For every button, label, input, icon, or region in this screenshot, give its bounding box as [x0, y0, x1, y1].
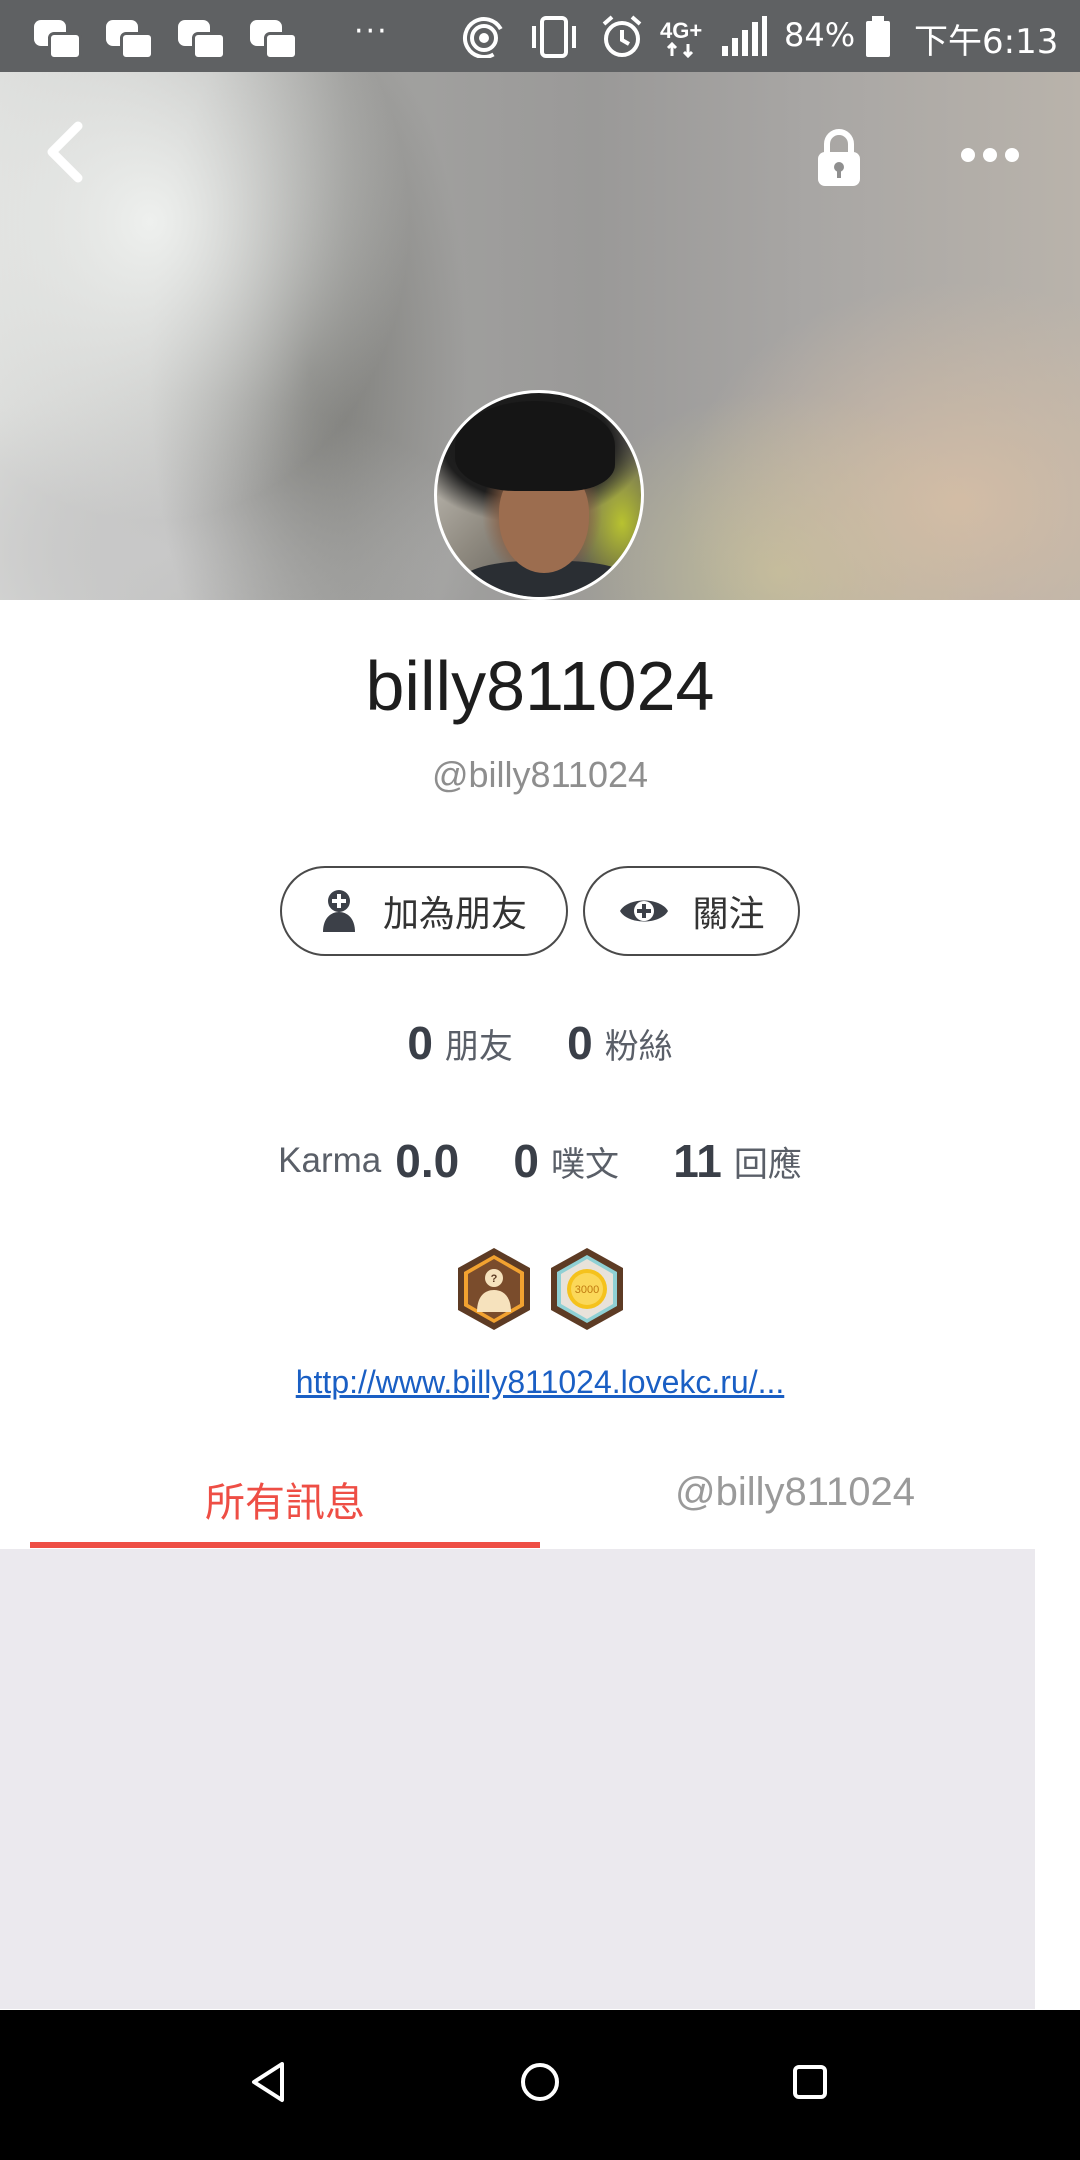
battery-icon: [866, 16, 890, 57]
more-options-icon[interactable]: [958, 140, 1022, 170]
avatar[interactable]: [434, 390, 644, 600]
fans-count: 0: [567, 1017, 593, 1069]
karma-3000-badge-icon[interactable]: 3000: [548, 1246, 626, 1332]
lock-icon[interactable]: [812, 126, 866, 190]
profile-website-link[interactable]: http://www.billy811024.lovekc.ru/...: [0, 1364, 1080, 1401]
friends-count: 0: [407, 1017, 433, 1069]
timeline-content[interactable]: [0, 1549, 1035, 2009]
replies-label: 回應: [733, 1144, 802, 1185]
system-nav-bar: [0, 2010, 1080, 2160]
alarm-icon: [602, 15, 642, 57]
karma-label: Karma: [278, 1141, 382, 1180]
chat-notification-icon: [250, 18, 298, 60]
svg-text:?: ?: [491, 1273, 498, 1285]
vibrate-icon: [532, 16, 576, 58]
tab-mentions[interactable]: @billy811024: [540, 1470, 1050, 1546]
nav-home-icon[interactable]: [518, 2060, 562, 2104]
svg-text:4G+: 4G+: [660, 18, 702, 43]
replies-count: 11: [673, 1135, 722, 1187]
svg-text:3000: 3000: [575, 1284, 599, 1296]
more-notifications-icon: ···: [354, 14, 389, 49]
friends-label[interactable]: 朋友: [445, 1027, 513, 1067]
status-bar: ··· 4G+ 84% 下午6:13: [0, 0, 1080, 72]
fans-label[interactable]: 粉絲: [605, 1027, 673, 1067]
display-name: billy811024: [365, 647, 715, 725]
eye-plus-icon: [620, 900, 669, 922]
chat-notification-icon: [178, 18, 226, 60]
chat-notification-icon: [34, 18, 82, 60]
posts-label: 噗文: [551, 1144, 619, 1185]
follow-label: 關注: [692, 894, 765, 935]
active-tab-indicator: [30, 1542, 540, 1548]
signal-icon: [722, 16, 767, 56]
karma-posts-row: Karma 0.0 0 噗文 11 回應: [0, 1134, 1080, 1188]
add-friend-button[interactable]: 加為朋友: [280, 866, 568, 956]
add-friend-icon: [322, 890, 355, 932]
back-arrow-icon[interactable]: [38, 118, 98, 186]
newbie-badge-icon[interactable]: ?: [455, 1246, 533, 1332]
nav-recents-icon[interactable]: [790, 2060, 830, 2104]
chat-notification-icon: [106, 18, 154, 60]
battery-percent: 84%: [784, 16, 856, 54]
follow-button[interactable]: 關注: [583, 866, 800, 956]
karma-value: 0.0: [395, 1135, 460, 1187]
hotspot-icon: [463, 16, 505, 58]
tab-all-messages[interactable]: 所有訊息: [30, 1470, 540, 1546]
posts-count: 0: [513, 1135, 539, 1187]
nav-back-icon[interactable]: [248, 2060, 288, 2104]
clock: 下午6:13: [914, 22, 1059, 62]
user-handle: @billy811024: [431, 754, 649, 795]
network-4g-icon: 4G+: [660, 18, 702, 58]
add-friend-label: 加為朋友: [382, 894, 527, 935]
friends-fans-row: 0 朋友 0 粉絲: [0, 1016, 1080, 1070]
